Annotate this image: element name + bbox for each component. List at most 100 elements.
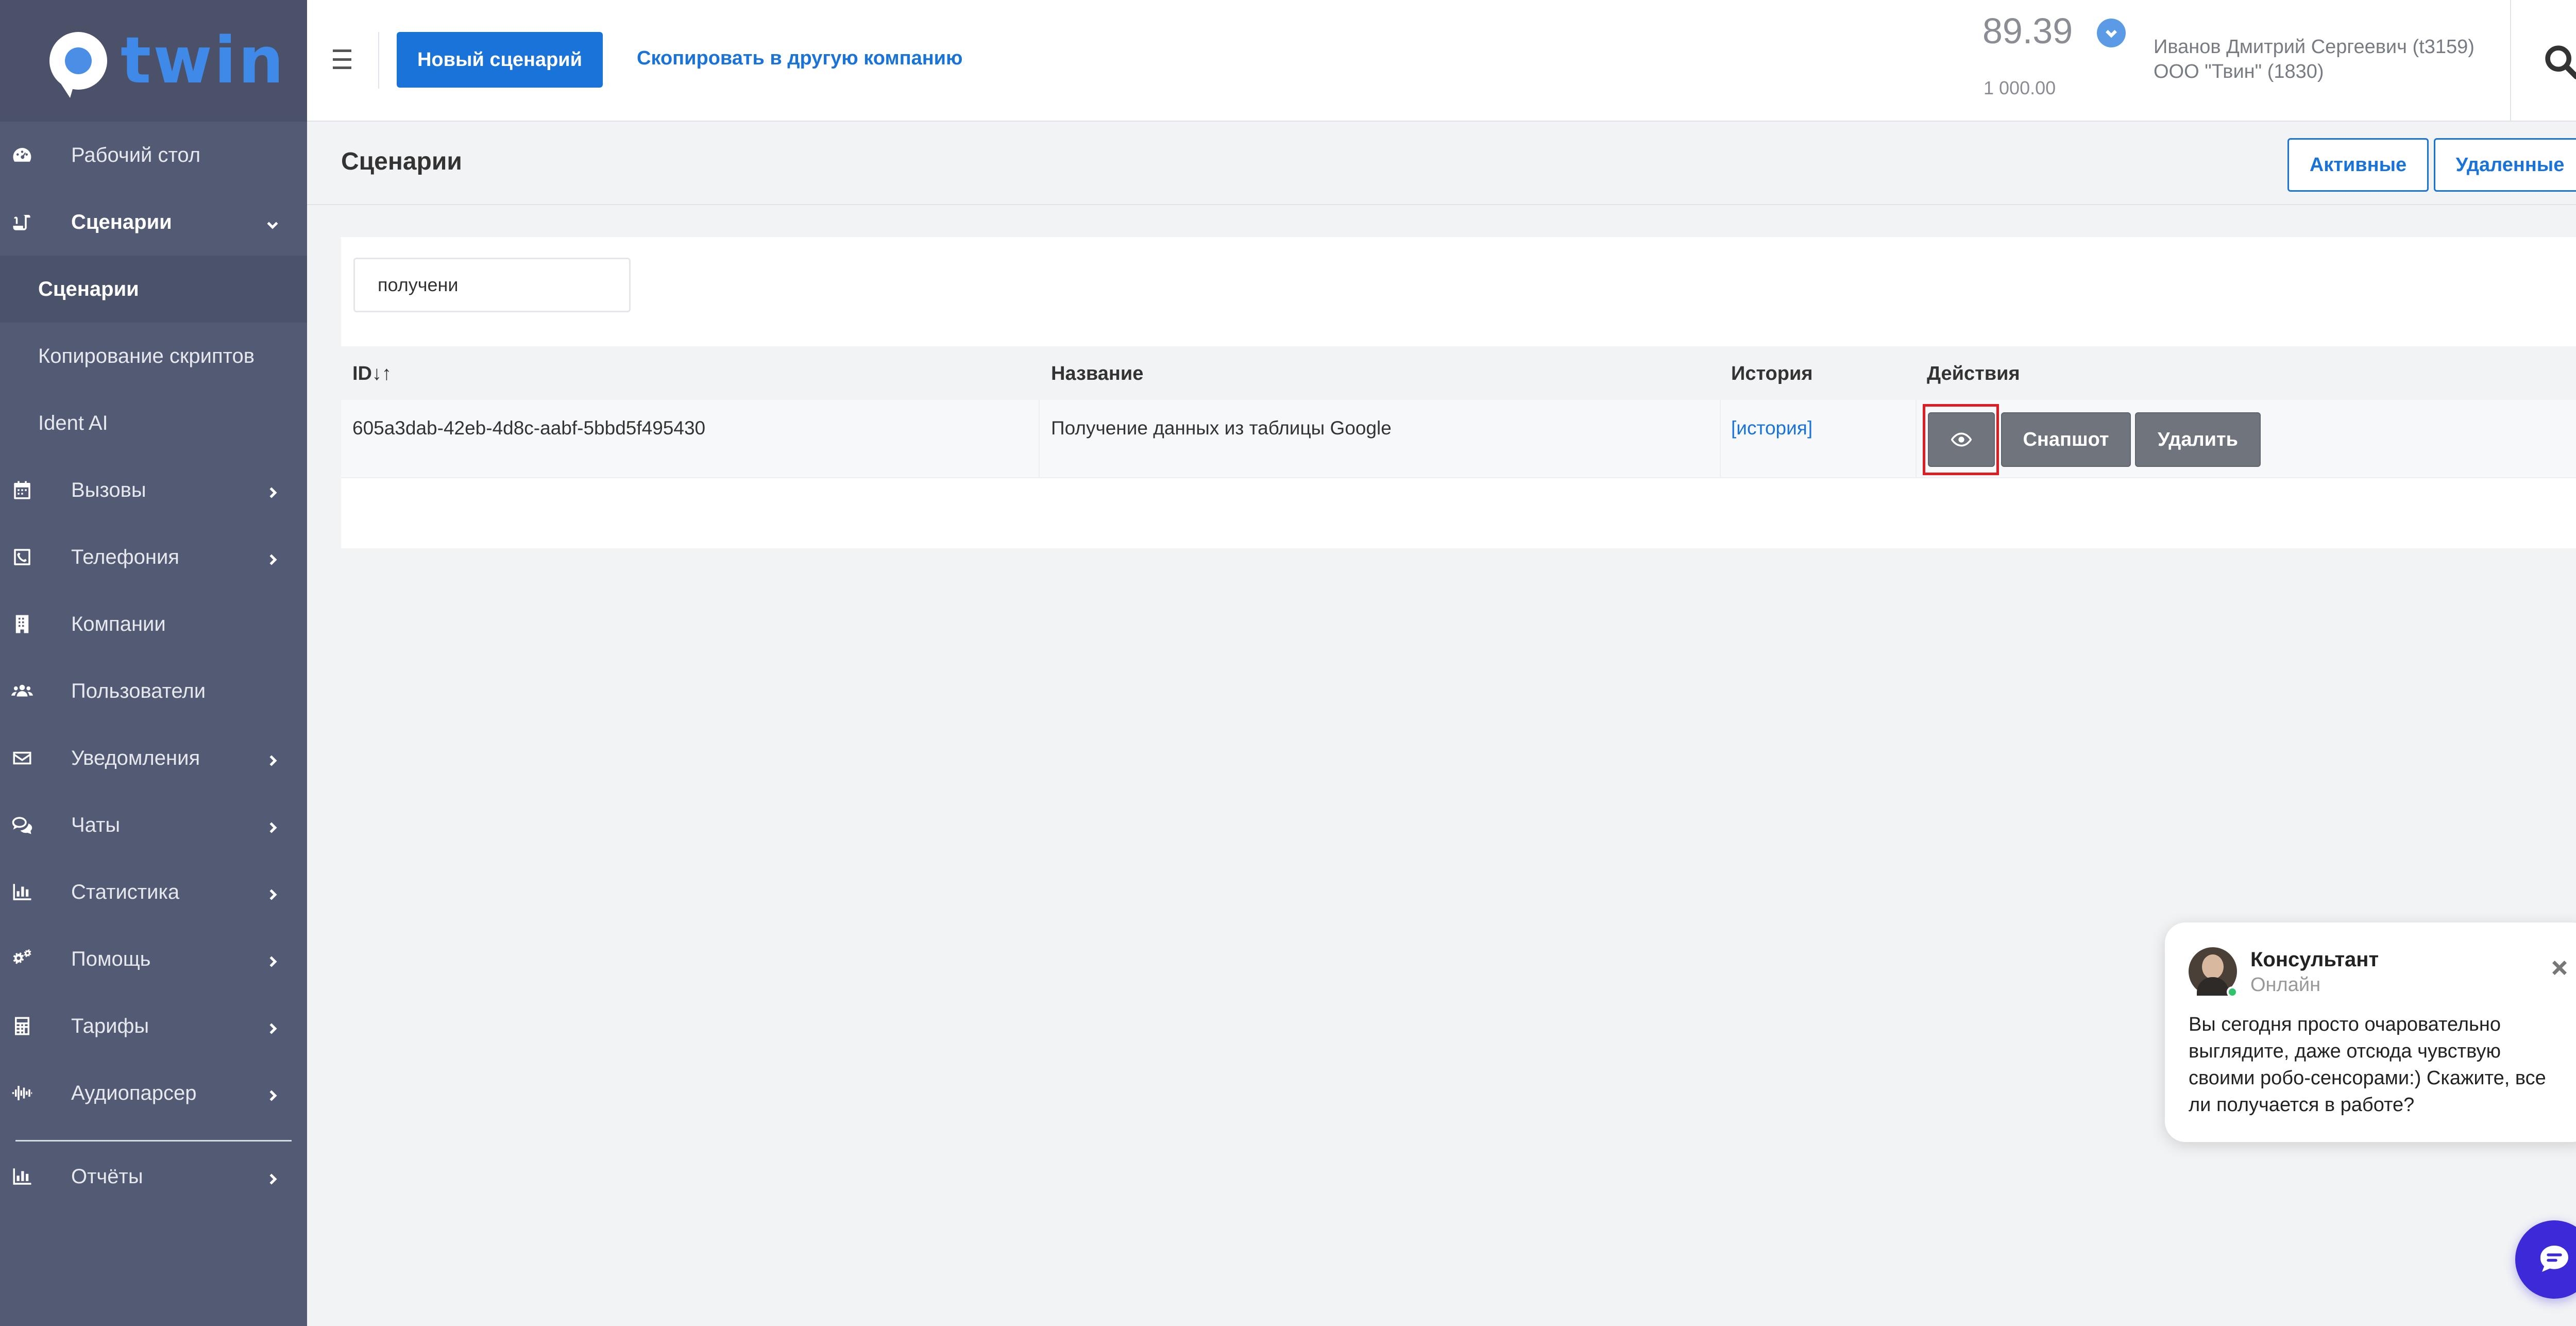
chevron-right-icon bbox=[265, 884, 280, 900]
eye-icon bbox=[1951, 432, 1972, 447]
chevron-right-icon bbox=[265, 1018, 280, 1034]
logo[interactable]: twin bbox=[0, 0, 307, 122]
search-icon[interactable] bbox=[2536, 36, 2576, 88]
table-header: ID↓↑ Название История Действия bbox=[341, 346, 2576, 400]
search-input[interactable] bbox=[353, 258, 631, 312]
sidebar-item-companies[interactable]: Компании bbox=[0, 591, 307, 658]
sidebar-item-audioparser[interactable]: Аудиопарсер bbox=[0, 1060, 307, 1127]
sidebar-item-label: Компании bbox=[71, 612, 166, 635]
sidebar-item-label: Телефония bbox=[71, 545, 179, 568]
sidebar-item-tariffs[interactable]: Тарифы bbox=[0, 993, 307, 1060]
sidebar-item-calls[interactable]: Вызовы bbox=[0, 457, 307, 524]
filter-active-button[interactable]: Активные bbox=[2287, 138, 2429, 192]
user-name[interactable]: Иванов Дмитрий Сергеевич (t3159) bbox=[2154, 36, 2475, 58]
new-scenario-button[interactable]: Новый сценарий bbox=[397, 32, 603, 88]
view-button[interactable] bbox=[1928, 412, 1995, 467]
sidebar-item-label: Помощь bbox=[71, 947, 151, 970]
sidebar-subitem-scenarios[interactable]: Сценарии bbox=[0, 256, 307, 323]
sidebar-item-statistics[interactable]: Статистика bbox=[0, 859, 307, 926]
history-link[interactable]: [история] bbox=[1731, 417, 1812, 439]
consultant-popup: Консультант Онлайн Вы сегодня просто оча… bbox=[2165, 922, 2576, 1142]
column-name: Название bbox=[1051, 363, 1144, 384]
chevron-right-icon bbox=[265, 482, 280, 498]
balance-limit: 1 000.00 bbox=[1984, 77, 2056, 98]
chevron-right-icon bbox=[265, 549, 280, 565]
sidebar-item-label: Тарифы bbox=[71, 1014, 149, 1037]
sidebar-item-label: Аудиопарсер bbox=[71, 1081, 197, 1104]
sidebar-subitem-copy-scripts[interactable]: Копирование скриптов bbox=[0, 323, 307, 390]
sidebar-item-telephony[interactable]: Телефония bbox=[0, 524, 307, 591]
table-row: 605a3dab-42eb-4d8c-aabf-5bbd5f495430 Пол… bbox=[341, 400, 2576, 478]
user-company[interactable]: ООО "Твин" (1830) bbox=[2154, 61, 2324, 83]
chevron-down-icon[interactable] bbox=[2097, 19, 2126, 47]
scenarios-panel: ID↓↑ Название История Действия 605a3dab-… bbox=[341, 237, 2576, 548]
hamburger-menu-icon[interactable] bbox=[333, 47, 351, 71]
consultant-message: Вы сегодня просто очаровательно выглядит… bbox=[2189, 1014, 2546, 1116]
sidebar-item-label: Пользователи bbox=[71, 679, 206, 702]
chat-launcher-button[interactable] bbox=[2515, 1220, 2576, 1299]
column-history: История bbox=[1731, 363, 1813, 384]
logo-text: twin bbox=[121, 24, 286, 98]
sidebar-item-label: Уведомления bbox=[71, 746, 200, 769]
sidebar-subitem-ident-ai[interactable]: Ident AI bbox=[0, 390, 307, 457]
online-indicator bbox=[2227, 986, 2238, 998]
scroll-icon bbox=[11, 211, 33, 233]
sidebar-item-chats[interactable]: Чаты bbox=[0, 792, 307, 859]
chat-bubbles-icon bbox=[11, 814, 33, 836]
sidebar-item-scenarios[interactable]: Сценарии bbox=[0, 189, 307, 256]
chevron-right-icon bbox=[265, 951, 280, 967]
chevron-right-icon bbox=[265, 750, 280, 766]
page-title: Сценарии bbox=[341, 148, 462, 175]
column-divider bbox=[1039, 400, 1040, 478]
header-divider bbox=[2510, 0, 2511, 122]
sidebar-item-label: Сценарии bbox=[71, 210, 172, 233]
users-icon bbox=[11, 680, 33, 702]
waveform-icon bbox=[11, 1082, 33, 1104]
delete-button[interactable]: Удалить bbox=[2135, 412, 2261, 467]
gears-icon bbox=[11, 948, 33, 970]
sidebar-item-users[interactable]: Пользователи bbox=[0, 658, 307, 725]
sidebar-item-label: Отчёты bbox=[71, 1165, 143, 1188]
chevron-right-icon bbox=[265, 1169, 280, 1185]
sort-icon[interactable]: ↓↑ bbox=[372, 363, 392, 384]
filter-deleted-button[interactable]: Удаленные bbox=[2434, 138, 2576, 192]
copy-to-company-link[interactable]: Скопировать в другую компанию bbox=[637, 47, 962, 70]
consultant-name: Консультант bbox=[2250, 948, 2379, 971]
chevron-down-icon bbox=[265, 214, 280, 230]
sidebar-item-help[interactable]: Помощь bbox=[0, 926, 307, 993]
bar-chart-icon bbox=[11, 1166, 33, 1187]
column-actions: Действия bbox=[1927, 363, 2020, 384]
sidebar-item-dashboard[interactable]: Рабочий стол bbox=[0, 122, 307, 189]
header-divider bbox=[378, 32, 379, 89]
building-icon bbox=[11, 613, 33, 635]
sidebar-item-reports[interactable]: Отчёты bbox=[0, 1147, 307, 1206]
chat-icon bbox=[2540, 1246, 2568, 1272]
balance-value: 89.39 bbox=[1982, 11, 2073, 51]
logo-icon bbox=[49, 32, 107, 98]
page-title-bar: Сценарии Активные Удаленные bbox=[307, 123, 2576, 205]
chevron-right-icon bbox=[265, 817, 280, 833]
close-icon[interactable] bbox=[2549, 958, 2570, 978]
dashboard-icon bbox=[11, 144, 33, 166]
column-divider bbox=[1916, 400, 1917, 478]
calendar-icon bbox=[11, 479, 33, 501]
sidebar: twin Рабочий стол Сценарии Сценарии Копи… bbox=[0, 0, 307, 1326]
top-header: Новый сценарий Скопировать в другую комп… bbox=[307, 0, 2576, 122]
column-id[interactable]: ID↓↑ bbox=[352, 363, 392, 385]
sidebar-item-label: Вызовы bbox=[71, 478, 146, 501]
bar-chart-icon bbox=[11, 881, 33, 903]
column-divider bbox=[1720, 400, 1721, 478]
calculator-icon bbox=[11, 1015, 33, 1037]
sidebar-divider bbox=[15, 1140, 292, 1142]
envelope-icon bbox=[11, 747, 33, 769]
phone-square-icon bbox=[11, 546, 33, 568]
sidebar-item-label: Рабочий стол bbox=[71, 143, 201, 166]
sidebar-item-notifications[interactable]: Уведомления bbox=[0, 725, 307, 792]
sidebar-item-label: Статистика bbox=[71, 880, 180, 903]
scenario-id: 605a3dab-42eb-4d8c-aabf-5bbd5f495430 bbox=[352, 417, 706, 439]
snapshot-button[interactable]: Снапшот bbox=[2001, 412, 2131, 467]
scenario-name: Получение данных из таблицы Google bbox=[1051, 417, 1392, 439]
sidebar-item-label: Чаты bbox=[71, 813, 121, 836]
consultant-status: Онлайн bbox=[2250, 974, 2321, 996]
chevron-right-icon bbox=[265, 1085, 280, 1101]
